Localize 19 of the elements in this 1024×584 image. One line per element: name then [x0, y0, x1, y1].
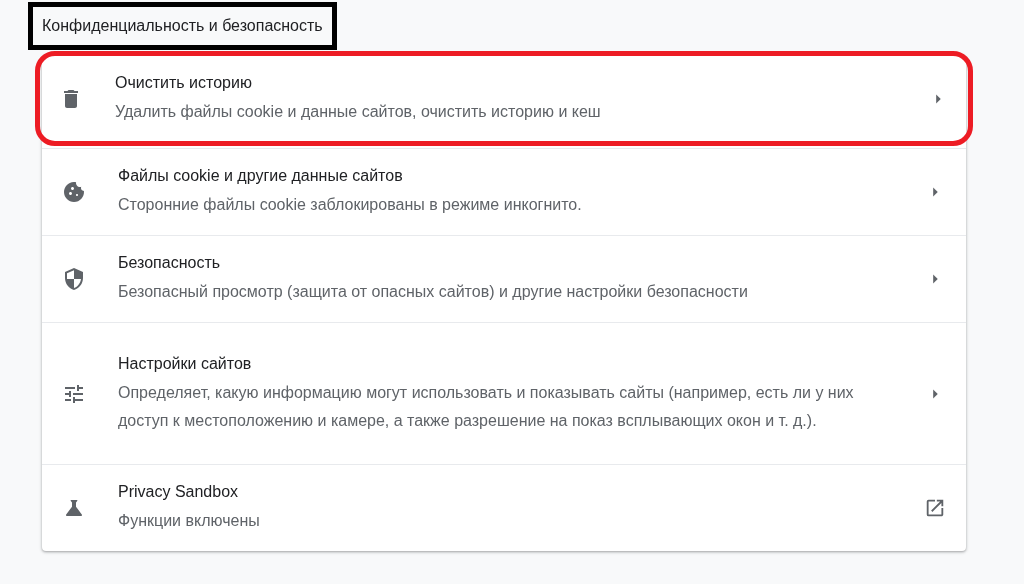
- settings-row[interactable]: Privacy Sandbox Функции включены: [42, 464, 966, 551]
- settings-row[interactable]: Очистить историю Удалить файлы cookie и данные сайтов, очистить историю и кеш: [39, 55, 969, 142]
- row-title: Очистить историю: [115, 72, 253, 93]
- settings-row[interactable]: Безопасность Безопасный просмотр (защита от опасных сайтов) и другие настройки безопасности: [42, 235, 966, 322]
- row-subtitle: Определяет, какую информацию могут использовать и показывать сайты (например, есть ли у них доступ к местоположению и камере, а также разрешение на показ всплывающих окон и т. д.).: [118, 382, 855, 431]
- row-subtitle: Удалить файлы cookie и данные сайтов, очистить историю и кеш: [115, 101, 602, 122]
- cookie-icon: [62, 180, 86, 204]
- settings-row[interactable]: Настройки сайтов Определяет, какую информацию могут использовать и показывать сайты (например, есть ли у них доступ к местоположению и камере, а также разрешение на показ всплывающих окон и т. д.).: [42, 322, 966, 464]
- row-title: Privacy Sandbox: [118, 482, 240, 502]
- section-heading: Конфиденциальность и безопасность: [28, 2, 337, 50]
- row-subtitle: Сторонние файлы cookie заблокированы в режиме инкогнито.: [118, 195, 583, 215]
- row-title: Безопасность: [118, 253, 222, 273]
- settings-row[interactable]: Файлы cookie и другие данные сайтов Сторонние файлы cookie заблокированы в режиме инкогнито.: [42, 148, 966, 235]
- external-link-icon[interactable]: [924, 497, 946, 519]
- row-subtitle: Функции включены: [118, 511, 261, 531]
- row-title: Настройки сайтов: [118, 353, 253, 374]
- shield-icon: [62, 267, 86, 291]
- row-title: Файлы cookie и другие данные сайтов: [118, 166, 404, 186]
- row-subtitle: Безопасный просмотр (защита от опасных сайтов) и другие настройки безопасности: [118, 282, 749, 302]
